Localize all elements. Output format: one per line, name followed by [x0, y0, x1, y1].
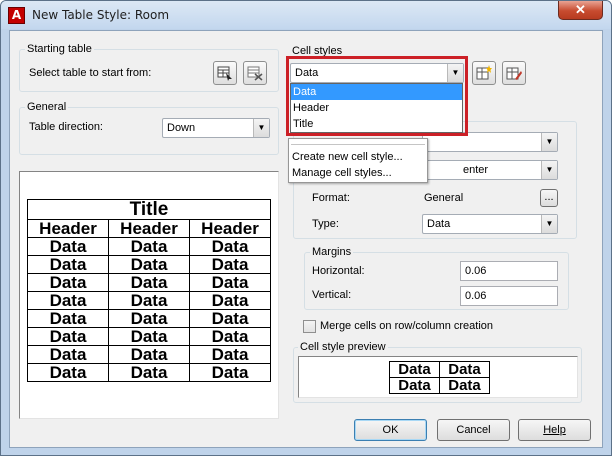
title-bar[interactable]: A New Table Style: Room ✕	[1, 1, 611, 29]
preview-data-cell: Data	[27, 291, 109, 310]
select-table-button[interactable]	[213, 61, 237, 85]
preview-data-cell: Data	[189, 363, 271, 382]
preview-data-cell: Data	[27, 273, 109, 292]
type-combo[interactable]: Data ▼	[422, 214, 558, 234]
new-cell-style-icon	[476, 65, 492, 80]
dialog-window: A New Table Style: Room ✕ Starting table…	[0, 0, 612, 456]
cell-preview-cell: Data	[389, 361, 440, 378]
preview-data-cell: Data	[189, 345, 271, 364]
preview-table: Title Header Header Header Data Data Data …	[27, 199, 271, 382]
preview-data-cell: Data	[108, 291, 190, 310]
cell-preview-cell: Data	[439, 377, 490, 394]
merge-cells-label: Merge cells on row/column creation	[320, 320, 494, 332]
general-group-label: General	[25, 101, 69, 113]
chevron-down-icon[interactable]: ▼	[253, 119, 269, 137]
alignment-value: enter	[463, 164, 489, 176]
preview-data-cell: Data	[27, 327, 109, 346]
select-table-label: Select table to start from:	[29, 67, 152, 79]
cell-style-preview: Data Data Data Data	[298, 356, 578, 398]
preview-data-cell: Data	[189, 291, 271, 310]
window-title: New Table Style: Room	[32, 8, 170, 22]
preview-data-cell: Data	[27, 237, 109, 256]
close-button[interactable]: ✕	[558, 1, 603, 20]
autocad-app-icon: A	[8, 7, 25, 24]
cell-preview-cell: Data	[439, 361, 490, 378]
table-direction-label: Table direction:	[29, 121, 103, 133]
chevron-down-icon[interactable]: ▼	[541, 161, 557, 179]
remove-table-icon	[247, 66, 263, 81]
preview-data-cell: Data	[189, 327, 271, 346]
ok-button[interactable]: OK	[354, 419, 427, 441]
preview-data-cell: Data	[189, 309, 271, 328]
horizontal-margin-label: Horizontal:	[312, 265, 365, 277]
preview-data-cell: Data	[108, 309, 190, 328]
format-ellipsis-button[interactable]: ...	[540, 189, 558, 207]
preview-data-cell: Data	[108, 237, 190, 256]
new-cell-style-button[interactable]	[472, 61, 496, 85]
merge-cells-checkbox[interactable]	[303, 320, 316, 333]
alignment-combo[interactable]: enter ▼	[422, 160, 558, 180]
format-label: Format:	[312, 192, 350, 204]
chevron-down-icon[interactable]: ▼	[541, 133, 557, 151]
preview-data-cell: Data	[108, 345, 190, 364]
preview-data-cell: Data	[108, 273, 190, 292]
vertical-margin-field[interactable]: 0.06	[460, 286, 558, 306]
preview-data-cell: Data	[27, 363, 109, 382]
remove-table-button[interactable]	[243, 61, 267, 85]
horizontal-margin-value: 0.06	[465, 265, 487, 277]
type-label: Type:	[312, 218, 339, 230]
horizontal-margin-field[interactable]: 0.06	[460, 261, 558, 281]
preview-data-cell: Data	[27, 309, 109, 328]
starting-table-group-label: Starting table	[25, 43, 94, 55]
preview-data-cell: Data	[189, 237, 271, 256]
manage-cell-styles-item[interactable]: Manage cell styles...	[292, 167, 392, 179]
manage-cell-styles-icon	[506, 67, 522, 80]
manage-cell-styles-button[interactable]	[502, 61, 526, 85]
help-button[interactable]: Help	[518, 419, 591, 441]
type-value: Data	[427, 218, 451, 230]
preview-data-cell: Data	[189, 273, 271, 292]
create-new-cell-style-item[interactable]: Create new cell style...	[292, 151, 403, 163]
preview-data-cell: Data	[27, 255, 109, 274]
table-preview: Title Header Header Header Data Data Data …	[19, 171, 279, 419]
cell-style-menu: Create new cell style... Manage cell sty…	[288, 138, 428, 183]
preview-header-cell: Header	[189, 219, 271, 238]
cell-preview-cell: Data	[389, 377, 440, 394]
select-table-icon	[217, 66, 232, 81]
preview-data-cell: Data	[27, 345, 109, 364]
preview-title-cell: Title	[27, 199, 271, 220]
margins-label: Margins	[310, 246, 354, 258]
vertical-margin-label: Vertical:	[312, 289, 352, 301]
chevron-down-icon[interactable]: ▼	[541, 215, 557, 233]
preview-header-cell: Header	[27, 219, 109, 238]
format-value: General	[424, 192, 464, 204]
highlight-annotation	[286, 56, 468, 136]
preview-data-cell: Data	[108, 327, 190, 346]
vertical-margin-value: 0.06	[465, 290, 487, 302]
table-direction-value: Down	[167, 122, 196, 134]
table-direction-combo[interactable]: Down ▼	[162, 118, 270, 138]
cell-style-preview-label: Cell style preview	[298, 341, 388, 353]
cell-preview-table: Data Data Data Data	[389, 361, 490, 394]
menu-separator	[291, 144, 425, 145]
preview-data-cell: Data	[189, 255, 271, 274]
preview-data-cell: Data	[108, 363, 190, 382]
help-button-label: Help	[543, 424, 566, 436]
cancel-button[interactable]: Cancel	[437, 419, 510, 441]
preview-data-cell: Data	[108, 255, 190, 274]
preview-header-cell: Header	[108, 219, 190, 238]
